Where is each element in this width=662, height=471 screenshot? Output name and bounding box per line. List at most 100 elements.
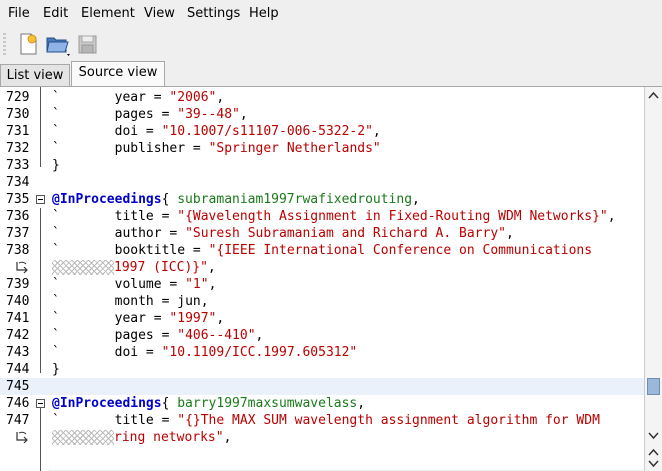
field-value: "1997": [169, 311, 217, 326]
punctuation: ,: [357, 396, 366, 411]
source-editor[interactable]: 729 ` year = "2006", 730 ` pages = "39--48"…: [0, 86, 662, 471]
new-document-button[interactable]: [15, 31, 41, 57]
field-value: "39--48": [177, 107, 240, 122]
field-name: pages: [114, 107, 154, 122]
source-line[interactable]: 740 ` month = jun,: [0, 293, 644, 310]
open-button[interactable]: [44, 31, 70, 57]
toolbar-grip[interactable]: [3, 33, 6, 55]
line-text: ` doi = "10.1109/ICC.1997.605312": [52, 344, 357, 361]
line-number: 737: [6, 226, 30, 241]
menu-file[interactable]: File: [8, 5, 30, 23]
vertical-scrollbar[interactable]: [644, 87, 662, 471]
fold-toggle-icon[interactable]: [36, 399, 45, 408]
source-line[interactable]: 733}: [0, 157, 644, 174]
field-name: title: [114, 413, 154, 428]
line-text: }: [52, 361, 60, 378]
scrollbar-thumb[interactable]: [647, 378, 660, 395]
line-number: 744: [6, 362, 30, 377]
line-number: 742: [6, 328, 30, 343]
assignment-operator: =: [153, 413, 178, 428]
tab-label: List view: [6, 68, 64, 83]
citation-key: subramaniam1997rwafixedrouting: [177, 192, 413, 207]
field-name: month: [114, 294, 154, 309]
tab-source-view[interactable]: Source view: [71, 61, 165, 87]
line-text: ` year = "2006",: [52, 89, 224, 106]
source-line[interactable]: 747 ` title = "{}The MAX SUM wavelength a…: [0, 412, 644, 429]
line-content: }: [52, 158, 60, 173]
source-line[interactable]: 746 @InProceedings{ barry1997maxsumwavela…: [0, 395, 644, 412]
source-line[interactable]: 743 ` doi = "10.1109/ICC.1997.605312": [0, 344, 644, 361]
line-content: }: [52, 362, 60, 377]
field-name: publisher: [114, 141, 186, 156]
menu-view[interactable]: View: [144, 5, 175, 23]
whitespace-marker: `: [52, 90, 60, 105]
line-number: 730: [6, 107, 30, 122]
menu-help[interactable]: Help: [249, 5, 279, 23]
scroll-down-arrow-icon[interactable]: [647, 457, 660, 470]
whitespace-marker: `: [52, 311, 60, 326]
menu-element[interactable]: Element: [81, 5, 135, 23]
view-tabs: List view Source view: [0, 61, 662, 87]
source-line[interactable]: 735 @InProceedings{ subramaniam1997rwafix…: [0, 191, 644, 208]
assignment-operator: =: [145, 90, 170, 105]
scroll-up-arrow-icon[interactable]: [647, 89, 660, 102]
punctuation: ,: [372, 124, 381, 139]
fold-toggle-icon[interactable]: [36, 195, 45, 204]
line-number: 741: [6, 311, 30, 326]
punctuation: ,: [607, 209, 616, 224]
source-line[interactable]: 732 ` publisher = "Springer Netherlands": [0, 140, 644, 157]
field-name: year: [114, 311, 146, 326]
line-text: ` title = "{}The MAX SUM wavelength assi…: [52, 412, 600, 429]
line-number: 733: [6, 158, 30, 173]
save-button[interactable]: [75, 31, 101, 57]
line-number: 735: [6, 192, 30, 207]
field-name: pages: [114, 328, 154, 343]
line-number: 739: [6, 277, 30, 292]
source-line[interactable]: 737 ` author = "Suresh Subramaniam and Ri…: [0, 225, 644, 242]
source-line[interactable]: 742 ` pages = "406--410",: [0, 327, 644, 344]
whitespace-marker: `: [52, 107, 60, 122]
scroll-down-arrow-icon[interactable]: [647, 429, 660, 442]
wrap-indent-hatch: [52, 260, 114, 275]
whitespace-marker: `: [52, 243, 60, 258]
whitespace-marker: `: [52, 209, 60, 224]
punctuation: ,: [412, 192, 420, 207]
source-line[interactable]: 731 ` doi = "10.1007/s11107-006-5322-2",: [0, 123, 644, 140]
field-name: volume: [114, 277, 162, 292]
assignment-operator: =: [153, 294, 178, 309]
entry-type: @InProceedings: [52, 396, 162, 411]
menu-edit[interactable]: Edit: [43, 5, 68, 23]
wrap-indicator-icon: [16, 431, 28, 444]
source-line[interactable]: 730 ` pages = "39--48",: [0, 106, 644, 123]
punctuation: ,: [207, 260, 216, 275]
line-number: 746: [6, 396, 30, 411]
whitespace-marker: `: [52, 277, 60, 292]
menu-settings[interactable]: Settings: [187, 5, 240, 23]
source-line[interactable]: 745: [0, 378, 644, 395]
source-line[interactable]: 741 ` year = "1997",: [0, 310, 644, 327]
field-name: doi: [114, 345, 139, 360]
source-line[interactable]: 744}: [0, 361, 644, 378]
source-line[interactable]: 738 ` booktitle = "{IEEE International Co…: [0, 242, 644, 259]
field-value: "{Wavelength Assignment in Fixed-Routing…: [177, 209, 608, 224]
punctuation: ,: [223, 430, 232, 445]
whitespace-marker: `: [52, 328, 60, 343]
source-line[interactable]: 736 ` title = "{Wavelength Assignment in …: [0, 208, 644, 225]
source-line[interactable]: 734: [0, 174, 644, 191]
whitespace-marker: `: [52, 124, 60, 139]
source-line[interactable]: 729 ` year = "2006",: [0, 89, 644, 106]
line-number: 740: [6, 294, 30, 309]
tab-list-view[interactable]: List view: [0, 64, 70, 86]
source-line[interactable]: ring networks",: [0, 429, 644, 446]
assignment-operator: =: [145, 311, 170, 326]
assignment-operator: =: [153, 209, 178, 224]
whitespace-marker: `: [52, 141, 60, 156]
punctuation: ,: [239, 107, 248, 122]
source-line[interactable]: 739 ` volume = "1",: [0, 276, 644, 293]
field-name: doi: [114, 124, 139, 139]
source-line[interactable]: 1997 (ICC)}",: [0, 259, 644, 276]
